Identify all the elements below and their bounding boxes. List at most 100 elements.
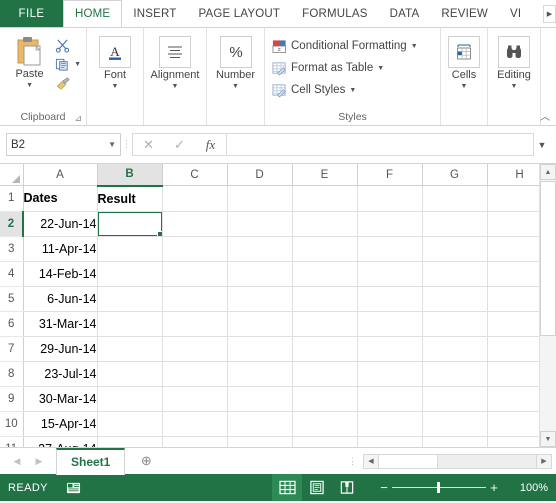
fill-handle[interactable]	[156, 230, 161, 235]
tab-insert[interactable]: INSERT	[122, 0, 187, 27]
editing-dropdown-icon[interactable]: ▼	[511, 83, 518, 90]
cell-f3[interactable]	[357, 236, 423, 262]
cell-a2[interactable]: 22-Jun-14	[23, 211, 98, 237]
horizontal-scrollbar[interactable]: ◀ ▶	[363, 453, 552, 469]
cell-d10[interactable]	[227, 411, 293, 437]
cell-e4[interactable]	[292, 261, 358, 287]
copy-button[interactable]: ▼	[55, 55, 81, 73]
row-header-8[interactable]: 8	[0, 361, 24, 387]
cell-e1[interactable]	[292, 185, 358, 212]
cell-e10[interactable]	[292, 411, 358, 437]
prev-sheet-icon[interactable]: ◀	[6, 450, 28, 472]
zoom-out-button[interactable]: −	[376, 480, 392, 495]
conditional-formatting-button[interactable]: ≠ Conditional Formatting ▼	[272, 36, 418, 56]
tab-view[interactable]: VI	[499, 0, 532, 27]
cell-g8[interactable]	[422, 361, 488, 387]
cell-c7[interactable]	[162, 336, 228, 362]
cell-f10[interactable]	[357, 411, 423, 437]
cell-e5[interactable]	[292, 286, 358, 312]
cell-c1[interactable]	[162, 185, 228, 212]
cell-a10[interactable]: 15-Apr-14	[23, 411, 98, 437]
tab-review[interactable]: REVIEW	[430, 0, 499, 27]
format-as-table-dropdown-icon[interactable]: ▼	[377, 65, 384, 72]
cell-d3[interactable]	[227, 236, 293, 262]
tab-formulas[interactable]: FORMULAS	[291, 0, 379, 27]
cell-e3[interactable]	[292, 236, 358, 262]
row-header-5[interactable]: 5	[0, 286, 24, 312]
cell-c2[interactable]	[162, 211, 228, 237]
tabs-scroll-right-icon[interactable]: ▶	[543, 5, 556, 23]
cell-a6[interactable]: 31-Mar-14	[23, 311, 98, 337]
cell-a7[interactable]: 29-Jun-14	[23, 336, 98, 362]
cell-b9[interactable]	[97, 386, 163, 412]
cell-styles-dropdown-icon[interactable]: ▼	[349, 87, 356, 94]
conditional-formatting-dropdown-icon[interactable]: ▼	[411, 43, 418, 50]
cancel-formula-button[interactable]: ✕	[133, 135, 164, 154]
cell-d9[interactable]	[227, 386, 293, 412]
cell-d2[interactable]	[227, 211, 293, 237]
cell-d8[interactable]	[227, 361, 293, 387]
cell-f1[interactable]	[357, 185, 423, 212]
cell-a9[interactable]: 30-Mar-14	[23, 386, 98, 412]
tab-page-layout[interactable]: PAGE LAYOUT	[187, 0, 291, 27]
cell-b11[interactable]	[97, 436, 163, 447]
cell-b1[interactable]: Result	[97, 185, 163, 212]
cells-button[interactable]: Cells ▼	[446, 34, 482, 90]
paste-button[interactable]: Paste ▼	[5, 34, 54, 89]
cell-d6[interactable]	[227, 311, 293, 337]
row-header-3[interactable]: 3	[0, 236, 24, 262]
cell-f9[interactable]	[357, 386, 423, 412]
scroll-down-icon[interactable]: ▼	[540, 431, 556, 447]
tab-data[interactable]: DATA	[379, 0, 431, 27]
cell-c5[interactable]	[162, 286, 228, 312]
cell-b5[interactable]	[97, 286, 163, 312]
cell-g1[interactable]	[422, 185, 488, 212]
cell-d11[interactable]	[227, 436, 293, 447]
add-sheet-icon[interactable]: ⊕	[133, 450, 159, 472]
cell-e11[interactable]	[292, 436, 358, 447]
cell-b8[interactable]	[97, 361, 163, 387]
scroll-right-icon[interactable]: ▶	[536, 454, 551, 468]
zoom-level-label[interactable]: 100%	[514, 482, 548, 494]
cell-b6[interactable]	[97, 311, 163, 337]
formula-input[interactable]	[226, 133, 534, 156]
cell-c6[interactable]	[162, 311, 228, 337]
cells-dropdown-icon[interactable]: ▼	[461, 83, 468, 90]
cell-a4[interactable]: 14-Feb-14	[23, 261, 98, 287]
split-handle-icon[interactable]: ⋮	[342, 456, 363, 467]
cell-c11[interactable]	[162, 436, 228, 447]
cell-f6[interactable]	[357, 311, 423, 337]
cell-b4[interactable]	[97, 261, 163, 287]
row-header-2[interactable]: 2	[0, 211, 24, 237]
cell-e2[interactable]	[292, 211, 358, 237]
font-dropdown-icon[interactable]: ▼	[112, 83, 119, 90]
cell-g4[interactable]	[422, 261, 488, 287]
ribbon-collapse-icon[interactable]: ︿	[540, 108, 550, 123]
cell-c10[interactable]	[162, 411, 228, 437]
cell-e7[interactable]	[292, 336, 358, 362]
copy-dropdown-icon[interactable]: ▼	[74, 61, 81, 68]
cell-g2[interactable]	[422, 211, 488, 237]
cell-g9[interactable]	[422, 386, 488, 412]
cell-d7[interactable]	[227, 336, 293, 362]
page-break-view-button[interactable]	[332, 474, 362, 501]
scroll-left-icon[interactable]: ◀	[364, 454, 379, 468]
select-all-corner[interactable]	[0, 164, 24, 186]
cell-e8[interactable]	[292, 361, 358, 387]
cell-a11[interactable]: 27-Aug-14	[23, 436, 98, 447]
column-header-c[interactable]: C	[162, 164, 228, 186]
format-painter-button[interactable]	[55, 74, 71, 92]
format-as-table-button[interactable]: Format as Table ▼	[272, 58, 384, 78]
cell-a3[interactable]: 11-Apr-14	[23, 236, 98, 262]
row-header-10[interactable]: 10	[0, 411, 24, 437]
insert-function-button[interactable]: fx	[195, 135, 226, 154]
cell-d4[interactable]	[227, 261, 293, 287]
cell-g5[interactable]	[422, 286, 488, 312]
cell-f11[interactable]	[357, 436, 423, 447]
row-header-11[interactable]: 11	[0, 436, 24, 447]
name-box[interactable]: B2 ▼	[6, 133, 121, 156]
cell-f5[interactable]	[357, 286, 423, 312]
normal-view-button[interactable]	[272, 474, 302, 501]
cut-button[interactable]	[55, 36, 70, 54]
cell-e9[interactable]	[292, 386, 358, 412]
